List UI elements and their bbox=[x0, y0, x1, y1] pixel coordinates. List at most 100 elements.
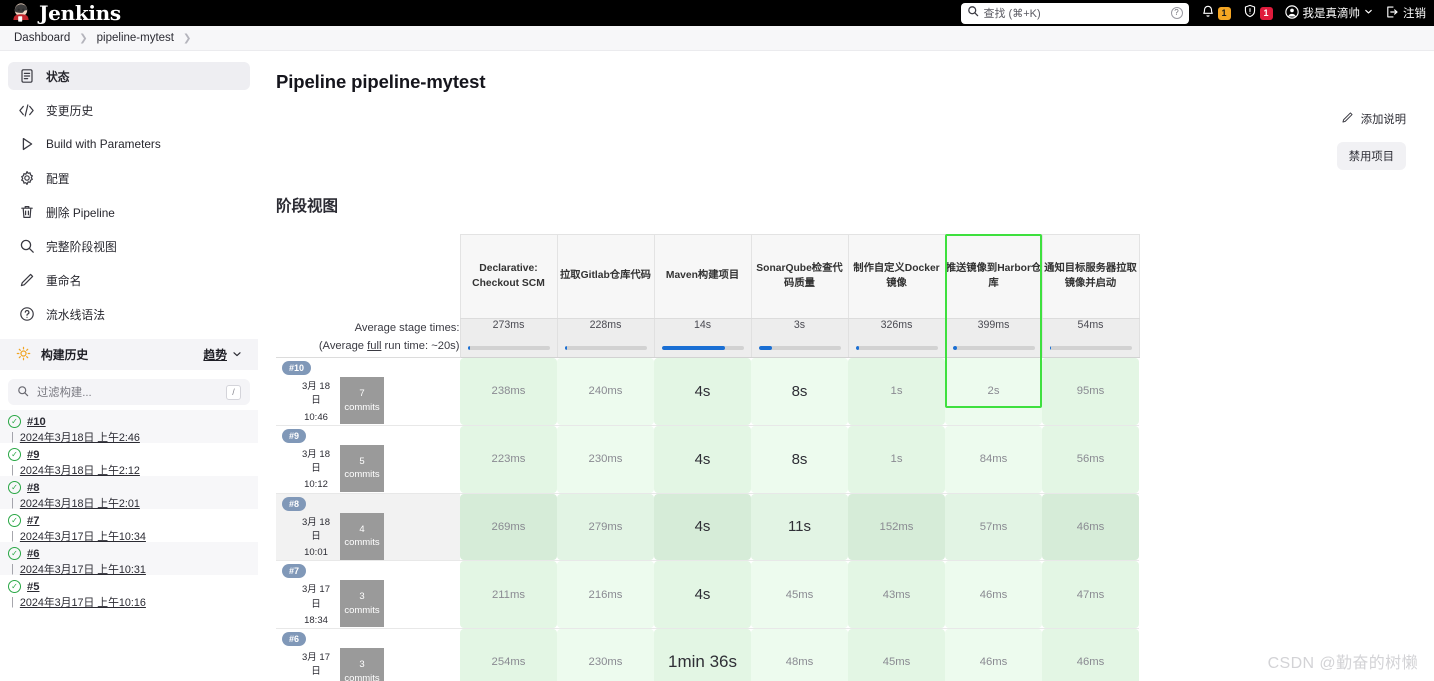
build-commits-badge[interactable]: 3 commits bbox=[340, 648, 384, 681]
jenkins-brand-link[interactable]: Jenkins bbox=[10, 1, 121, 25]
add-description-button[interactable]: 添加说明 bbox=[1341, 111, 1406, 127]
build-commits-badge[interactable]: 5 commits bbox=[340, 444, 384, 492]
logout-button[interactable]: 注销 bbox=[1385, 5, 1426, 22]
build-date-link[interactable]: 2024年3月18日 上午2:12 bbox=[20, 462, 140, 478]
build-commits-badge[interactable]: 7 commits bbox=[340, 377, 384, 424]
build-row-label[interactable]: #9 3月 18 日 10:12 5 commits bbox=[276, 425, 460, 494]
stage-cell[interactable]: 46ms bbox=[1042, 493, 1139, 562]
build-commits-badge[interactable]: 4 commits bbox=[340, 512, 384, 560]
stage-cell[interactable]: 57ms bbox=[945, 493, 1042, 562]
search-help-icon[interactable]: ? bbox=[1170, 7, 1183, 19]
stage-cell[interactable]: 230ms bbox=[557, 425, 654, 494]
stage-cell[interactable]: 269ms bbox=[460, 493, 557, 562]
security-warnings-button[interactable]: 1 bbox=[1243, 4, 1273, 23]
sidebar-item-1[interactable]: 状态 bbox=[8, 62, 250, 90]
build-date-link[interactable]: 2024年3月18日 上午2:46 bbox=[20, 429, 140, 445]
stage-header-3[interactable]: Maven构建项目 bbox=[653, 234, 751, 319]
sidebar-item-3[interactable]: Build with Parameters bbox=[8, 130, 250, 158]
build-number-badge[interactable]: #6 bbox=[282, 632, 307, 647]
build-history-item[interactable]: ✓ #10 | 2024年3月18日 上午2:46 bbox=[0, 410, 258, 445]
stage-cell[interactable]: 238ms bbox=[460, 358, 557, 426]
build-date-link[interactable]: 2024年3月18日 上午2:01 bbox=[20, 495, 140, 511]
build-date-link[interactable]: 2024年3月17日 上午10:34 bbox=[20, 528, 146, 544]
global-search-box[interactable]: 查找 (⌘+K) ? bbox=[960, 2, 1189, 24]
build-history-item[interactable]: ✓ #8 | 2024年3月18日 上午2:01 bbox=[0, 476, 258, 511]
stage-cell[interactable]: 1min 36s bbox=[654, 628, 751, 681]
build-number-badge[interactable]: #9 bbox=[282, 428, 307, 443]
build-number-badge[interactable]: #7 bbox=[282, 564, 307, 579]
stage-cell[interactable]: 1s bbox=[848, 358, 945, 426]
stage-cell[interactable]: 47ms bbox=[1042, 560, 1139, 629]
breadcrumb-item-pipeline[interactable]: pipeline-mytest bbox=[97, 32, 174, 44]
build-number-link[interactable]: #5 bbox=[27, 581, 39, 593]
build-commits-badge[interactable]: 3 commits bbox=[340, 580, 384, 628]
breadcrumb-chevron-icon-2[interactable]: ❯ bbox=[183, 33, 191, 44]
stage-cell[interactable]: 45ms bbox=[751, 560, 848, 629]
stage-header-7[interactable]: 通知目标服务器拉取镜像并启动 bbox=[1041, 234, 1140, 319]
build-row-label[interactable]: #6 3月 17日10:31 3commits bbox=[276, 628, 460, 681]
stage-cell[interactable]: 8s bbox=[751, 425, 848, 494]
stage-cell[interactable]: 1s bbox=[848, 425, 945, 494]
stage-cell[interactable]: 11s bbox=[751, 493, 848, 562]
stage-cell[interactable]: 4s bbox=[654, 560, 751, 629]
stage-cell[interactable]: 152ms bbox=[848, 493, 945, 562]
build-row-label[interactable]: #8 3月 18 日 10:01 4 commits bbox=[276, 493, 460, 562]
notifications-button[interactable]: 1 bbox=[1201, 4, 1231, 23]
sidebar-item-2[interactable]: 变更历史 bbox=[8, 96, 250, 124]
search-input[interactable]: 查找 (⌘+K) bbox=[984, 5, 1166, 21]
build-filter-input[interactable]: 过滤构建... bbox=[37, 384, 92, 400]
stage-cell[interactable]: 4s bbox=[654, 425, 751, 494]
build-number-badge[interactable]: #10 bbox=[282, 361, 312, 376]
average-stage-time-7: 54ms bbox=[1041, 318, 1140, 358]
stage-cell[interactable]: 46ms bbox=[945, 628, 1042, 681]
build-history-item[interactable]: ✓ #9 | 2024年3月18日 上午2:12 bbox=[0, 443, 258, 478]
build-date-link[interactable]: 2024年3月17日 上午10:16 bbox=[20, 594, 146, 610]
stage-cell[interactable]: 4s bbox=[654, 358, 751, 426]
stage-cell[interactable]: 211ms bbox=[460, 560, 557, 629]
stage-cell[interactable]: 4s bbox=[654, 493, 751, 562]
build-number-link[interactable]: #7 bbox=[27, 515, 39, 527]
stage-cell[interactable]: 2s bbox=[945, 358, 1042, 426]
sidebar-item-4[interactable]: 配置 bbox=[8, 164, 250, 192]
build-number-link[interactable]: #8 bbox=[27, 482, 39, 494]
build-filter-box[interactable]: 过滤构建... / bbox=[8, 379, 250, 405]
build-row-label[interactable]: #7 3月 17 日 18:34 3 commits bbox=[276, 560, 460, 629]
stage-header-1[interactable]: Declarative: Checkout SCM bbox=[459, 234, 557, 319]
build-number-badge[interactable]: #8 bbox=[282, 496, 307, 511]
build-date-link[interactable]: 2024年3月17日 上午10:31 bbox=[20, 561, 146, 577]
stage-cell[interactable]: 46ms bbox=[1042, 628, 1139, 681]
stage-cell[interactable]: 8s bbox=[751, 358, 848, 426]
stage-header-5[interactable]: 制作自定义Docker镜像 bbox=[847, 234, 945, 319]
stage-header-2[interactable]: 拉取Gitlab仓库代码 bbox=[556, 234, 654, 319]
stage-cell[interactable]: 240ms bbox=[557, 358, 654, 426]
stage-cell[interactable]: 230ms bbox=[557, 628, 654, 681]
stage-cell[interactable]: 279ms bbox=[557, 493, 654, 562]
stage-cell[interactable]: 216ms bbox=[557, 560, 654, 629]
stage-cell[interactable]: 84ms bbox=[945, 425, 1042, 494]
breadcrumb-item-dashboard[interactable]: Dashboard bbox=[14, 32, 70, 44]
sidebar-item-7[interactable]: 重命名 bbox=[8, 266, 250, 294]
stage-cell[interactable]: 95ms bbox=[1042, 358, 1139, 426]
build-number-link[interactable]: #6 bbox=[27, 548, 39, 560]
build-history-item[interactable]: ✓ #5 | 2024年3月17日 上午10:16 bbox=[0, 575, 258, 610]
stage-cell[interactable]: 45ms bbox=[848, 628, 945, 681]
stage-cell[interactable]: 48ms bbox=[751, 628, 848, 681]
sidebar-item-6[interactable]: 完整阶段视图 bbox=[8, 232, 250, 260]
stage-cell[interactable]: 254ms bbox=[460, 628, 557, 681]
stage-header-6[interactable]: 推送镜像到Harbor仓库 bbox=[944, 234, 1042, 319]
trend-toggle[interactable]: 趋势 bbox=[203, 346, 242, 363]
build-number-link[interactable]: #9 bbox=[27, 449, 39, 461]
sidebar-item-8[interactable]: 流水线语法 bbox=[8, 300, 250, 328]
stage-cell[interactable]: 56ms bbox=[1042, 425, 1139, 494]
user-menu-button[interactable]: 我是真滴帅 bbox=[1284, 4, 1374, 22]
build-number-link[interactable]: #10 bbox=[27, 416, 46, 428]
stage-cell[interactable]: 223ms bbox=[460, 425, 557, 494]
stage-cell[interactable]: 46ms bbox=[945, 560, 1042, 629]
stage-cell[interactable]: 43ms bbox=[848, 560, 945, 629]
stage-header-4[interactable]: SonarQube检查代码质量 bbox=[750, 234, 848, 319]
build-history-item[interactable]: ✓ #7 | 2024年3月17日 上午10:34 bbox=[0, 509, 258, 544]
disable-project-button[interactable]: 禁用项目 bbox=[1336, 142, 1406, 170]
sidebar-item-5[interactable]: 删除 Pipeline bbox=[8, 198, 250, 226]
build-history-item[interactable]: ✓ #6 | 2024年3月17日 上午10:31 bbox=[0, 542, 258, 577]
build-row-label[interactable]: #10 3月 18 日 10:46 7 commits bbox=[276, 358, 460, 426]
